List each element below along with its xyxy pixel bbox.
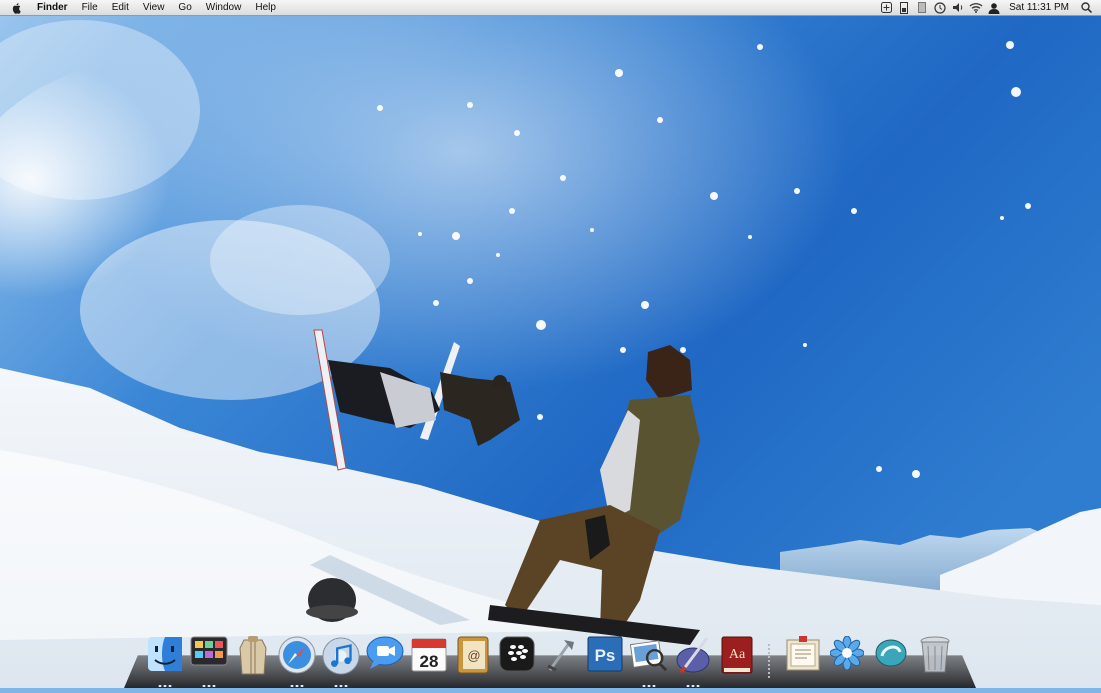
menu-app-finder[interactable]: Finder	[30, 0, 75, 15]
safari-icon	[278, 636, 316, 674]
dock: 28 @ Ps Aa	[146, 630, 960, 687]
archive-icon	[239, 636, 267, 675]
running-indicator	[290, 685, 304, 687]
dock-dictionary[interactable]: Aa	[718, 636, 756, 678]
menu-clock[interactable]: Sat 11:31 PM	[1003, 2, 1077, 13]
dock-preview[interactable]	[630, 636, 668, 687]
menu-view[interactable]: View	[136, 0, 172, 15]
menu-extras: Sat 11:31 PM	[877, 0, 1101, 15]
dock-separator	[762, 636, 776, 678]
dock-ichat[interactable]	[366, 636, 404, 678]
menu-window[interactable]: Window	[199, 0, 249, 15]
spotlight-search-icon[interactable]	[1077, 0, 1095, 15]
xcode-icon	[547, 640, 574, 672]
menu-go[interactable]: Go	[171, 0, 198, 15]
photoshop-label: Ps	[595, 646, 616, 665]
menu-help[interactable]: Help	[248, 0, 283, 15]
trash-icon	[920, 636, 950, 673]
running-indicator	[334, 685, 348, 687]
menu-bar: Finder File Edit View Go Window Help Sat…	[0, 0, 1101, 16]
dock-itunes[interactable]	[322, 636, 360, 687]
dashboard-icon	[190, 636, 228, 666]
svg-text:@: @	[467, 648, 480, 663]
battery-monitor-icon[interactable]	[895, 0, 913, 15]
add-icon[interactable]	[877, 0, 895, 15]
preview-icon	[630, 640, 668, 672]
ical-date-label: 28	[420, 652, 439, 671]
dock-trash[interactable]	[916, 636, 954, 678]
dock-dashboard[interactable]	[190, 636, 228, 687]
dock-ical[interactable]: 28	[410, 636, 448, 678]
dock-xcode[interactable]	[542, 636, 580, 678]
finder-icon	[148, 637, 182, 671]
dock-documents-stack[interactable]	[784, 636, 822, 678]
wifi-icon[interactable]	[967, 0, 985, 15]
dock-blackberry[interactable]	[498, 636, 536, 678]
address-book-icon: @	[457, 636, 489, 674]
dock-safari[interactable]	[278, 636, 316, 687]
running-indicator	[158, 685, 172, 687]
user-icon[interactable]	[985, 0, 1003, 15]
menu-file[interactable]: File	[75, 0, 105, 15]
photoshop-icon: Ps	[587, 636, 623, 672]
ical-icon: 28	[411, 638, 447, 672]
dock-widget[interactable]	[872, 636, 910, 678]
running-indicator	[642, 685, 656, 687]
dock-brushes[interactable]	[674, 636, 712, 687]
ichat-icon	[366, 636, 404, 669]
dock-address-book[interactable]: @	[454, 636, 492, 678]
menu-extra-icon[interactable]	[913, 0, 931, 15]
desktop-wallpaper	[0, 0, 1101, 688]
apple-icon[interactable]	[10, 0, 24, 15]
blackberry-icon	[499, 636, 535, 672]
running-indicator	[202, 685, 216, 687]
dictionary-label: Aa	[729, 647, 746, 662]
flower-icon	[830, 636, 864, 670]
dock-flower[interactable]	[828, 636, 866, 678]
dock-photoshop[interactable]: Ps	[586, 636, 624, 678]
menu-edit[interactable]: Edit	[105, 0, 136, 15]
widget-icon	[875, 639, 907, 667]
volume-icon[interactable]	[949, 0, 967, 15]
dictionary-icon: Aa	[721, 636, 753, 674]
dock-archive[interactable]	[234, 636, 272, 678]
time-machine-icon[interactable]	[931, 0, 949, 15]
itunes-icon	[322, 637, 360, 675]
documents-stack-icon	[786, 636, 820, 671]
brush-icon	[676, 637, 710, 674]
dock-finder[interactable]	[146, 636, 184, 687]
running-indicator	[686, 685, 700, 687]
